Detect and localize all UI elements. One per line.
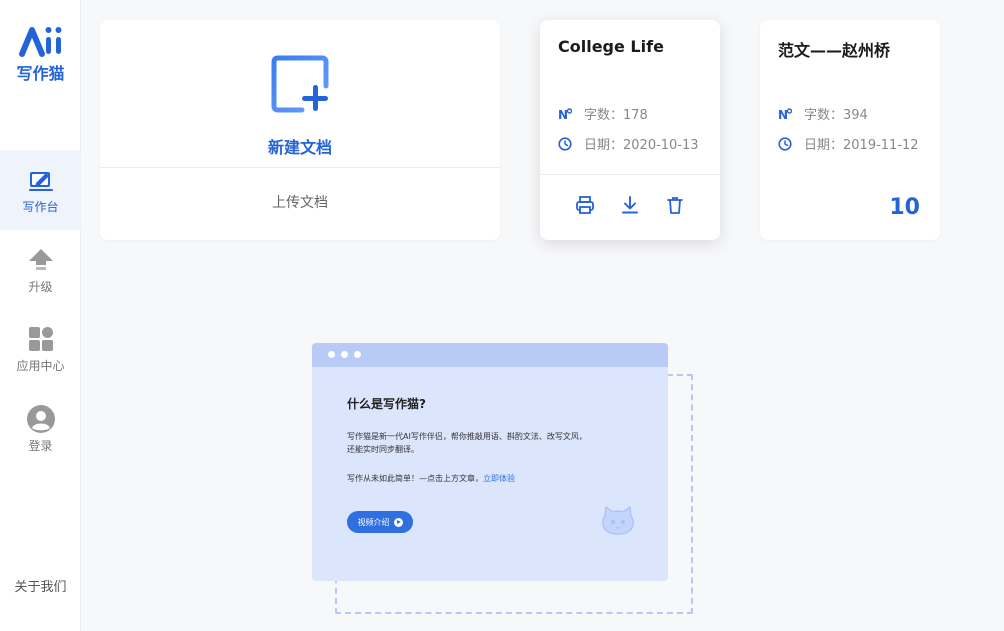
logo-icon [18, 27, 61, 57]
number-sign-icon: N [778, 108, 792, 121]
word-count: N 字数：394 [778, 104, 868, 124]
play-icon [393, 517, 403, 527]
sidebar-item-label: 登录 [28, 439, 53, 453]
svg-text:N: N [778, 108, 788, 121]
window-dot [341, 351, 348, 358]
promo-panel: 什么是写作猫? 写作猫是新一代AI写作伴侣，帮你推敲用语、斟酌文法、改写文风， … [312, 343, 668, 581]
print-icon[interactable] [575, 195, 595, 215]
sidebar-item-writing-desk[interactable]: 写作台 [0, 150, 81, 230]
document-card[interactable]: 范文——赵州桥 N 字数：394 日期：2019-11-12 10 [760, 20, 940, 240]
word-count-text: 字数：394 [804, 108, 868, 123]
video-intro-label: 视频介绍 [357, 517, 390, 527]
logo[interactable]: 写作猫 [0, 24, 81, 84]
video-intro-button[interactable]: 视频介绍 [347, 511, 413, 533]
number-sign-icon: N [558, 108, 572, 121]
window-dot [354, 351, 361, 358]
document-title: College Life [558, 37, 664, 56]
sidebar-item-upgrade[interactable]: 升级 [0, 230, 81, 310]
cat-mascot-icon [602, 506, 634, 535]
download-icon[interactable] [620, 195, 640, 215]
arrow-up-icon [28, 249, 53, 270]
word-count: N 字数：178 [558, 104, 648, 124]
upload-document-button[interactable]: 上传文档 [100, 192, 500, 212]
new-document-button[interactable]: 新建文档 [100, 20, 500, 168]
apps-grid-icon [28, 327, 53, 351]
doc-date: 日期：2020-10-13 [558, 134, 699, 153]
clock-icon [778, 136, 792, 151]
user-avatar-icon [26, 405, 55, 433]
new-document-card: 新建文档 上传文档 [100, 20, 500, 240]
doc-date: 日期：2019-11-12 [778, 134, 919, 153]
window-dot [328, 351, 335, 358]
date-text: 日期：2019-11-12 [804, 138, 919, 153]
promo-description-line: 写作猫是新一代AI写作伴侣，帮你推敲用语、斟酌文法、改写文风， [347, 432, 587, 441]
promo-cta: 写作从未如此简单！—点击上方文章，立即体验 [347, 472, 647, 485]
document-actions [540, 174, 720, 240]
new-document-label: 新建文档 [267, 138, 332, 157]
promo-window-bar [312, 343, 668, 367]
date-text: 日期：2020-10-13 [584, 138, 699, 153]
sidebar-item-login[interactable]: 登录 [0, 390, 81, 470]
sidebar: 写作猫 写作台 升级 应用中心 登录 关于我们 [0, 0, 81, 631]
add-document-icon [271, 55, 329, 113]
try-now-link[interactable]: 立即体验 [483, 474, 515, 483]
document-card[interactable]: College Life N 字数：178 日期：2020-10-13 [540, 20, 720, 240]
clock-icon [558, 136, 572, 151]
sidebar-item-label: 应用中心 [16, 359, 65, 373]
about-us-link[interactable]: 关于我们 [0, 576, 81, 595]
word-count-text: 字数：178 [584, 108, 648, 123]
logo-text: 写作猫 [16, 64, 65, 83]
document-title: 范文——赵州桥 [778, 41, 891, 60]
promo-cta-text: 写作从未如此简单！—点击上方文章， [347, 474, 483, 483]
sidebar-item-label: 升级 [28, 280, 53, 294]
promo-title: 什么是写作猫? [347, 397, 426, 411]
promo-description: 写作猫是新一代AI写作伴侣，帮你推敲用语、斟酌文法、改写文风， 还能实时同步翻译… [347, 430, 647, 456]
document-count: 10 [889, 195, 920, 220]
sidebar-item-app-center[interactable]: 应用中心 [0, 310, 81, 390]
delete-icon[interactable] [665, 195, 685, 215]
promo-description-line: 还能实时同步翻译。 [347, 445, 419, 454]
pen-square-icon [28, 172, 53, 191]
svg-text:N: N [558, 108, 568, 121]
sidebar-item-label: 写作台 [22, 200, 59, 214]
